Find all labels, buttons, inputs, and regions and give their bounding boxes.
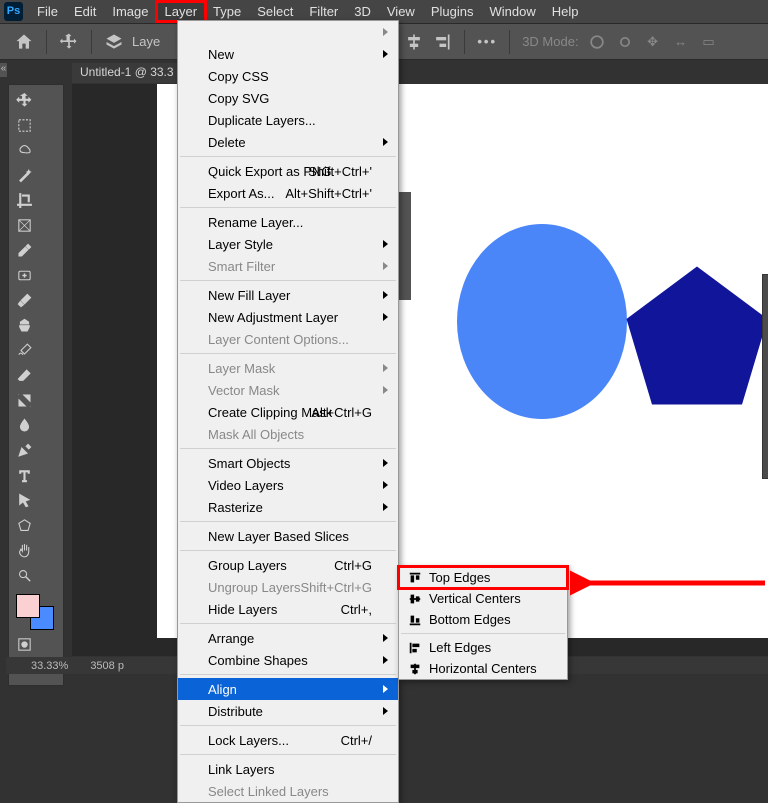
3d-slide-icon: ↔ [671,32,691,52]
scrollbar[interactable] [762,274,768,479]
menuitem-new-layer-based-slices[interactable]: New Layer Based Slices [178,525,398,547]
move-tool[interactable] [12,88,37,113]
menuitem-link-layers[interactable]: Link Layers [178,758,398,780]
menuitem-create-clipping-mask[interactable]: Create Clipping MaskAlt+Ctrl+G [178,401,398,423]
menu-edit[interactable]: Edit [66,2,104,21]
menuitem-duplicate-layers-[interactable]: Duplicate Layers... [178,109,398,131]
eraser-tool[interactable] [12,363,37,388]
eyedropper-tool[interactable] [12,238,37,263]
menuitem-layer-mask: Layer Mask [178,357,398,379]
menuitem-vector-mask: Vector Mask [178,379,398,401]
type-tool[interactable] [12,463,37,488]
ps-logo: Ps [4,2,23,21]
menuitem-export-as-[interactable]: Export As...Alt+Shift+Ctrl+' [178,182,398,204]
3d-roll-icon [615,32,635,52]
menuitem-copy-css[interactable]: Copy CSS [178,65,398,87]
menu-type[interactable]: Type [205,2,249,21]
lasso-tool[interactable] [12,138,37,163]
clone-stamp-tool[interactable] [12,313,37,338]
menuitem-copy-svg[interactable]: Copy SVG [178,87,398,109]
menu-plugins[interactable]: Plugins [423,2,482,21]
align-top-edges[interactable]: Top Edges [399,567,567,588]
align-horizontal-centers[interactable]: Horizontal Centers [399,658,567,679]
marquee-tool[interactable] [12,113,37,138]
align-bottom-edges[interactable]: Bottom Edges [399,609,567,630]
menuitem-hide-layers[interactable]: Hide LayersCtrl+, [178,598,398,620]
pen-tool[interactable] [12,438,37,463]
menu-layer[interactable]: Layer [157,2,206,21]
ellipse-shape[interactable] [457,224,627,419]
align-vertical-centers[interactable]: Vertical Centers [399,588,567,609]
menuitem-smart-filter: Smart Filter [178,255,398,277]
crop-tool[interactable] [12,188,37,213]
menu-image[interactable]: Image [104,2,156,21]
tools-panel [8,84,64,686]
zoom-level[interactable]: 33.33% [31,660,68,672]
move-tool-icon[interactable] [59,32,79,52]
hand-tool[interactable] [12,538,37,563]
3d-pan-icon: ✥ [643,32,663,52]
history-brush-tool[interactable] [12,338,37,363]
menu-file[interactable]: File [29,2,66,21]
menuitem-rename-layer-[interactable]: Rename Layer... [178,211,398,233]
menu-filter[interactable]: Filter [301,2,346,21]
menuitem-video-layers[interactable]: Video Layers [178,474,398,496]
menuitem-distribute[interactable]: Distribute [178,700,398,722]
menuitem-arrange[interactable]: Arrange [178,627,398,649]
menuitem-new-adjustment-layer[interactable]: New Adjustment Layer [178,306,398,328]
menuitem-quick-export-as-png[interactable]: Quick Export as PNGShift+Ctrl+' [178,160,398,182]
align-left-edges[interactable]: Left Edges [399,637,567,658]
menuitem-mask-all-objects: Mask All Objects [178,423,398,445]
layer-menu-dropdown: NewCopy CSSCopy SVGDuplicate Layers...De… [177,20,399,803]
menuitem-delete[interactable]: Delete [178,131,398,153]
quickmask-toggle[interactable] [12,632,37,657]
frame-tool[interactable] [12,213,37,238]
menuitem-new[interactable]: New [178,43,398,65]
menu-select[interactable]: Select [249,2,301,21]
menuitem-blank [178,21,398,43]
align-right-icon[interactable] [432,32,452,52]
shape-tool[interactable] [12,513,37,538]
menuitem-new-fill-layer[interactable]: New Fill Layer [178,284,398,306]
menuitem-layer-style[interactable]: Layer Style [178,233,398,255]
color-swatches[interactable] [12,592,60,632]
pentagon-shape[interactable] [622,262,768,412]
menu-window[interactable]: Window [481,2,543,21]
menuitem-rasterize[interactable]: Rasterize [178,496,398,518]
menuitem-group-layers[interactable]: Group LayersCtrl+G [178,554,398,576]
document-tab[interactable]: Untitled-1 @ 33.3 [72,63,182,83]
menuitem-ungroup-layers: Ungroup LayersShift+Ctrl+G [178,576,398,598]
menuitem-smart-objects[interactable]: Smart Objects [178,452,398,474]
menuitem-select-linked-layers: Select Linked Layers [178,780,398,802]
menu-view[interactable]: View [379,2,423,21]
menuitem-align[interactable]: Align [178,678,398,700]
document-dims: 3508 p [90,660,124,672]
home-icon[interactable] [14,32,34,52]
dodge-tool[interactable] [12,563,37,588]
panel-collapse-strip[interactable]: « [0,63,7,77]
layers-panel-icon[interactable] [104,32,124,52]
menuitem-lock-layers-[interactable]: Lock Layers...Ctrl+/ [178,729,398,751]
document-tab-bar: Untitled-1 @ 33.3 [72,63,182,83]
magic-wand-tool[interactable] [12,163,37,188]
more-options-icon[interactable]: ••• [477,32,497,52]
blur-tool[interactable] [12,413,37,438]
healing-brush-tool[interactable] [12,263,37,288]
3d-orbit-icon [587,32,607,52]
menu-help[interactable]: Help [544,2,587,21]
menu-3d[interactable]: 3D [346,2,379,21]
layers-dropdown-label[interactable]: Laye [132,34,160,49]
menuitem-combine-shapes[interactable]: Combine Shapes [178,649,398,671]
annotation-arrow [570,569,768,600]
menuitem-layer-content-options-: Layer Content Options... [178,328,398,350]
3d-mode-label: 3D Mode: [522,34,578,49]
align-hcenter-icon[interactable] [404,32,424,52]
gradient-tool[interactable] [12,388,37,413]
foreground-color-swatch[interactable] [16,594,40,618]
align-submenu: Top EdgesVertical CentersBottom Edges Lef… [398,566,568,680]
3d-zoom-icon: ▭ [699,32,719,52]
path-selection-tool[interactable] [12,488,37,513]
brush-tool[interactable] [12,288,37,313]
